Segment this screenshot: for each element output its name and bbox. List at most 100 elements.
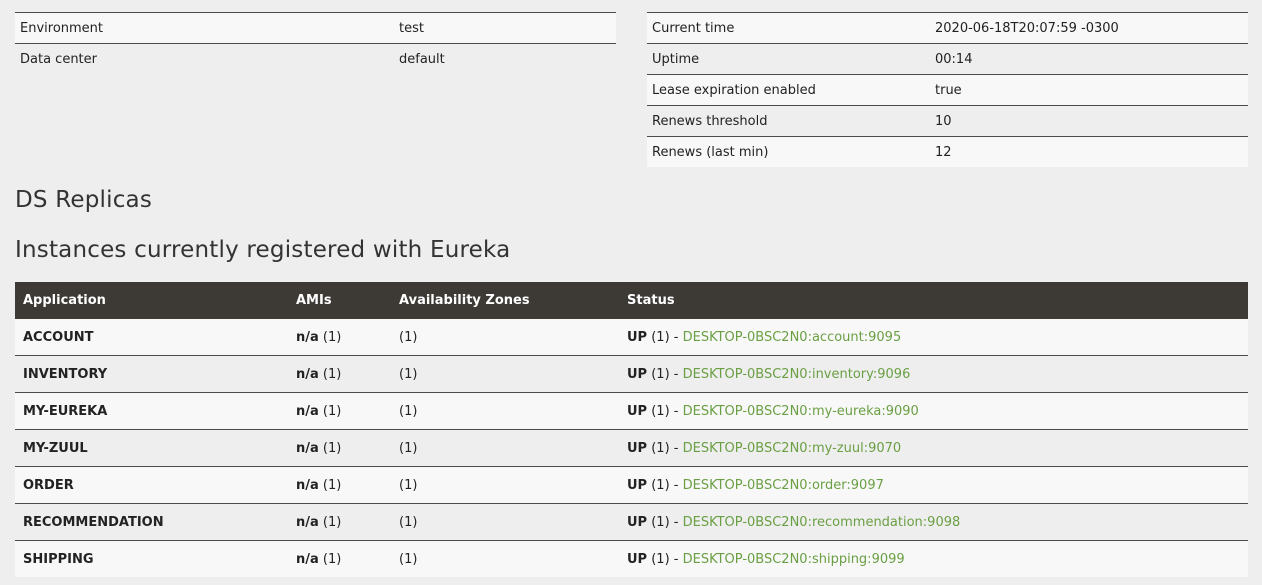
status-value: UP (627, 514, 648, 530)
status-count: (1) - (651, 366, 683, 382)
zones-cell: (1) (391, 392, 619, 430)
application-label: MY-ZUUL (23, 440, 88, 456)
info-key: Lease expiration enabled (647, 74, 930, 106)
status-count: (1) - (651, 514, 683, 530)
info-value: true (930, 74, 1248, 106)
amis-cell: n/a (1) (288, 319, 391, 356)
application-name: ORDER (15, 466, 288, 504)
general-info-table: Environment test Data center default (15, 12, 616, 74)
instance-link[interactable]: DESKTOP-0BSC2N0:my-zuul:9070 (683, 441, 902, 456)
amis-cell: n/a (1) (288, 466, 391, 504)
instances-heading: Instances currently registered with Eure… (15, 237, 511, 263)
table-row: ACCOUNT n/a (1) (1) UP (1) - DESKTOP-0BSC2N… (15, 319, 1248, 356)
info-row-current-time: Current time 2020-06-18T20:07:59 -0300 (647, 12, 1248, 44)
instance-link[interactable]: DESKTOP-0BSC2N0:my-eureka:9090 (683, 404, 919, 419)
status-value: UP (627, 329, 648, 345)
zones-value: (1) (399, 403, 418, 419)
status-cell: UP (1) - DESKTOP-0BSC2N0:my-eureka:9090 (619, 392, 1248, 430)
info-key: Data center (15, 43, 394, 74)
ami-value: n/a (296, 403, 319, 419)
status-count: (1) - (651, 477, 683, 493)
info-value: test (394, 12, 616, 44)
status-cell: UP (1) - DESKTOP-0BSC2N0:shipping:9099 (619, 540, 1248, 577)
application-name: RECOMMENDATION (15, 503, 288, 541)
status-cell: UP (1) - DESKTOP-0BSC2N0:recommendation:… (619, 503, 1248, 541)
info-key: Renews (last min) (647, 136, 930, 167)
info-row-uptime: Uptime 00:14 (647, 43, 1248, 75)
info-row-environment: Environment test (15, 12, 616, 44)
instance-link[interactable]: DESKTOP-0BSC2N0:order:9097 (683, 478, 884, 493)
info-row-renews-threshold: Renews threshold 10 (647, 105, 1248, 137)
status-cell: UP (1) - DESKTOP-0BSC2N0:order:9097 (619, 466, 1248, 504)
amis-cell: n/a (1) (288, 540, 391, 577)
table-row: RECOMMENDATION n/a (1) (1) UP (1) - DESKTOP… (15, 503, 1248, 541)
application-name: INVENTORY (15, 355, 288, 393)
ami-count: (1) (322, 477, 342, 493)
status-cell: UP (1) - DESKTOP-0BSC2N0:inventory:9096 (619, 355, 1248, 393)
status-value: UP (627, 440, 648, 456)
status-value: UP (627, 551, 648, 567)
application-label: ACCOUNT (23, 329, 94, 345)
info-row-lease-expiration: Lease expiration enabled true (647, 74, 1248, 106)
info-value: 00:14 (930, 43, 1248, 75)
eureka-dashboard: Environment test Data center default Cur… (0, 0, 1262, 585)
application-label: INVENTORY (23, 366, 108, 382)
status-cell: UP (1) - DESKTOP-0BSC2N0:account:9095 (619, 319, 1248, 356)
status-count: (1) - (651, 440, 683, 456)
application-label: RECOMMENDATION (23, 514, 164, 530)
instance-link[interactable]: DESKTOP-0BSC2N0:shipping:9099 (683, 552, 905, 567)
zones-cell: (1) (391, 503, 619, 541)
table-row: SHIPPING n/a (1) (1) UP (1) - DESKTOP-0BSC2… (15, 540, 1248, 577)
ami-value: n/a (296, 366, 319, 382)
column-header-amis: AMIs (288, 282, 391, 319)
application-name: SHIPPING (15, 540, 288, 577)
ds-replicas-heading: DS Replicas (15, 187, 153, 213)
instance-link[interactable]: DESKTOP-0BSC2N0:recommendation:9098 (683, 515, 961, 530)
ami-value: n/a (296, 329, 319, 345)
ami-value: n/a (296, 440, 319, 456)
info-value: 10 (930, 105, 1248, 137)
application-label: MY-EUREKA (23, 403, 108, 419)
amis-cell: n/a (1) (288, 392, 391, 430)
application-name: MY-EUREKA (15, 392, 288, 430)
ami-count: (1) (322, 329, 342, 345)
table-row: MY-EUREKA n/a (1) (1) UP (1) - DESKTOP-0BSC… (15, 392, 1248, 430)
zones-cell: (1) (391, 355, 619, 393)
column-header-application: Application (15, 282, 288, 319)
instance-link[interactable]: DESKTOP-0BSC2N0:account:9095 (683, 330, 902, 345)
amis-cell: n/a (1) (288, 429, 391, 467)
ami-value: n/a (296, 551, 319, 567)
zones-value: (1) (399, 477, 418, 493)
application-name: ACCOUNT (15, 319, 288, 356)
info-key: Renews threshold (647, 105, 930, 137)
amis-cell: n/a (1) (288, 503, 391, 541)
status-value: UP (627, 477, 648, 493)
column-header-availability-zones: Availability Zones (391, 282, 619, 319)
instance-link[interactable]: DESKTOP-0BSC2N0:inventory:9096 (683, 367, 911, 382)
zones-value: (1) (399, 366, 418, 382)
application-name: MY-ZUUL (15, 429, 288, 467)
status-value: UP (627, 403, 648, 419)
status-value: UP (627, 366, 648, 382)
application-label: SHIPPING (23, 551, 94, 567)
zones-cell: (1) (391, 466, 619, 504)
info-row-data-center: Data center default (15, 43, 616, 74)
zones-cell: (1) (391, 319, 619, 356)
zones-cell: (1) (391, 429, 619, 467)
instances-header-row: Application AMIs Availability Zones Stat… (15, 282, 1248, 319)
zones-value: (1) (399, 514, 418, 530)
info-key: Uptime (647, 43, 930, 75)
instances-body: ACCOUNT n/a (1) (1) UP (1) - DESKTOP-0BSC2N… (15, 319, 1248, 577)
zones-value: (1) (399, 329, 418, 345)
info-value: 2020-06-18T20:07:59 -0300 (930, 12, 1248, 44)
info-value: default (394, 43, 616, 74)
ami-count: (1) (322, 403, 342, 419)
status-info-table: Current time 2020-06-18T20:07:59 -0300 U… (647, 12, 1248, 167)
column-header-status: Status (619, 282, 1248, 319)
zones-cell: (1) (391, 540, 619, 577)
status-cell: UP (1) - DESKTOP-0BSC2N0:my-zuul:9070 (619, 429, 1248, 467)
ami-count: (1) (322, 514, 342, 530)
info-key: Environment (15, 12, 394, 44)
ami-value: n/a (296, 514, 319, 530)
zones-value: (1) (399, 440, 418, 456)
